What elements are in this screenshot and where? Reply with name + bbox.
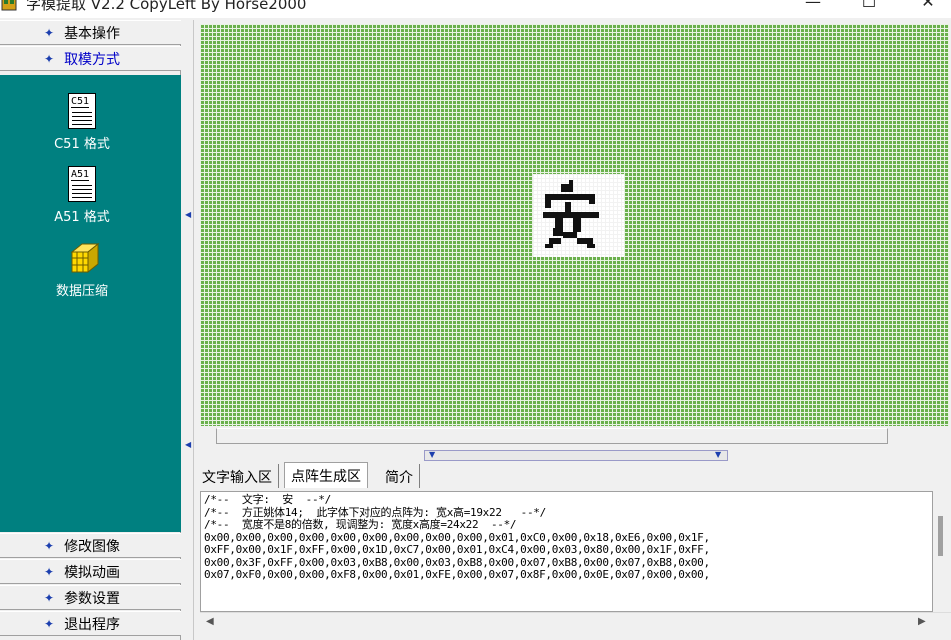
window-title: 字模提取 V2.2 CopyLeft By Horse2000 <box>26 0 307 13</box>
sidebar-item-exit[interactable]: ✦ 退出程序 <box>0 611 181 636</box>
horizontal-splitter[interactable]: ▼ ▼ <box>424 450 728 461</box>
sidebar-item-label: 参数设置 <box>64 590 121 607</box>
diamond-icon: ✦ <box>44 616 55 631</box>
sidebar-item-settings[interactable]: ✦ 参数设置 <box>0 585 181 610</box>
sidebar-item-edit-image[interactable]: ✦ 修改图像 <box>0 533 181 558</box>
sidebar-item-label: 修改图像 <box>64 538 121 555</box>
sidebar-item-label: 基本操作 <box>64 25 121 42</box>
diamond-icon: ✦ <box>44 590 55 605</box>
sidebar-item-mode[interactable]: ✦ 取模方式 <box>0 46 181 71</box>
sidebar-item-animation[interactable]: ✦ 模拟动画 <box>0 559 181 584</box>
c51-format-label: C51 格式 <box>54 137 110 152</box>
sidebar: ✦ 基本操作 ✦ 取模方式 C51 C51 格式 A51 A51 格式 数据压缩… <box>0 20 181 640</box>
diamond-icon: ✦ <box>44 564 55 579</box>
vertical-splitter[interactable]: ◀ ◀ <box>182 20 194 640</box>
maximize-button[interactable]: ☐ <box>846 0 892 16</box>
compress-box-icon <box>70 242 100 274</box>
c51-format-button[interactable]: C51 C51 格式 <box>0 93 164 152</box>
close-button[interactable]: ✕ <box>905 0 951 16</box>
title-bar: 字模提取 V2.2 CopyLeft By Horse2000 — ☐ ✕ <box>0 0 951 18</box>
arrow-down-icon: ▼ <box>429 450 436 459</box>
arrow-down-icon: ▼ <box>715 450 722 459</box>
output-line: /*-- 文字: 安 --*/ <box>204 493 331 506</box>
output-horizontal-scrollbar[interactable]: ◀ ▶ <box>200 612 951 632</box>
data-compress-label: 数据压缩 <box>55 284 108 299</box>
tab-bar: 文字输入区 点阵生成区 简介 <box>196 462 951 488</box>
glyph-preview <box>533 174 624 257</box>
scroll-right-icon[interactable]: ▶ <box>918 616 926 627</box>
scroll-thumb[interactable] <box>938 516 943 556</box>
arrow-left-icon: ◀ <box>185 440 192 449</box>
output-line: /*-- 宽度不是8的倍数, 现调整为: 宽度x高度=24x22 --*/ <box>204 518 517 531</box>
output-vertical-scrollbar[interactable] <box>933 491 951 612</box>
sidebar-item-label: 取模方式 <box>64 51 121 68</box>
sidebar-item-basic-ops[interactable]: ✦ 基本操作 <box>0 20 181 45</box>
tab-about[interactable]: 简介 <box>379 464 420 488</box>
app-icon <box>1 0 17 11</box>
a51-format-button[interactable]: A51 A51 格式 <box>0 166 164 225</box>
tool-panel: C51 C51 格式 A51 A51 格式 数据压缩 <box>0 75 181 532</box>
tab-matrix-output[interactable]: 点阵生成区 <box>284 462 368 488</box>
a51-document-icon: A51 <box>68 166 96 202</box>
arrow-left-icon: ◀ <box>185 210 192 219</box>
scroll-left-icon[interactable]: ◀ <box>206 616 214 627</box>
matrix-output-text[interactable]: /*-- 文字: 安 --*/ /*-- 方正姚体14; 此字体下对应的点阵为:… <box>200 491 933 612</box>
data-compress-button[interactable]: 数据压缩 <box>0 240 164 299</box>
a51-format-label: A51 格式 <box>54 210 110 225</box>
output-line: 0xFF,0x00,0x1F,0xFF,0x00,0x1D,0xC7,0x00,… <box>204 543 710 556</box>
canvas-horizontal-scrollbar[interactable] <box>216 428 888 444</box>
output-line: 0x07,0xF0,0x00,0x00,0xF8,0x00,0x01,0xFE,… <box>204 568 710 581</box>
diamond-icon: ✦ <box>44 538 55 553</box>
sidebar-item-label: 模拟动画 <box>64 564 121 581</box>
c51-document-icon: C51 <box>68 93 96 129</box>
sidebar-item-label: 退出程序 <box>64 616 121 633</box>
tab-text-input[interactable]: 文字输入区 <box>196 464 279 488</box>
glyph-pixels <box>543 180 599 248</box>
pixel-grid[interactable] <box>200 24 949 426</box>
dot-matrix-canvas <box>196 20 951 448</box>
diamond-icon: ✦ <box>44 51 55 66</box>
diamond-icon: ✦ <box>44 25 55 40</box>
minimize-button[interactable]: — <box>790 0 836 16</box>
